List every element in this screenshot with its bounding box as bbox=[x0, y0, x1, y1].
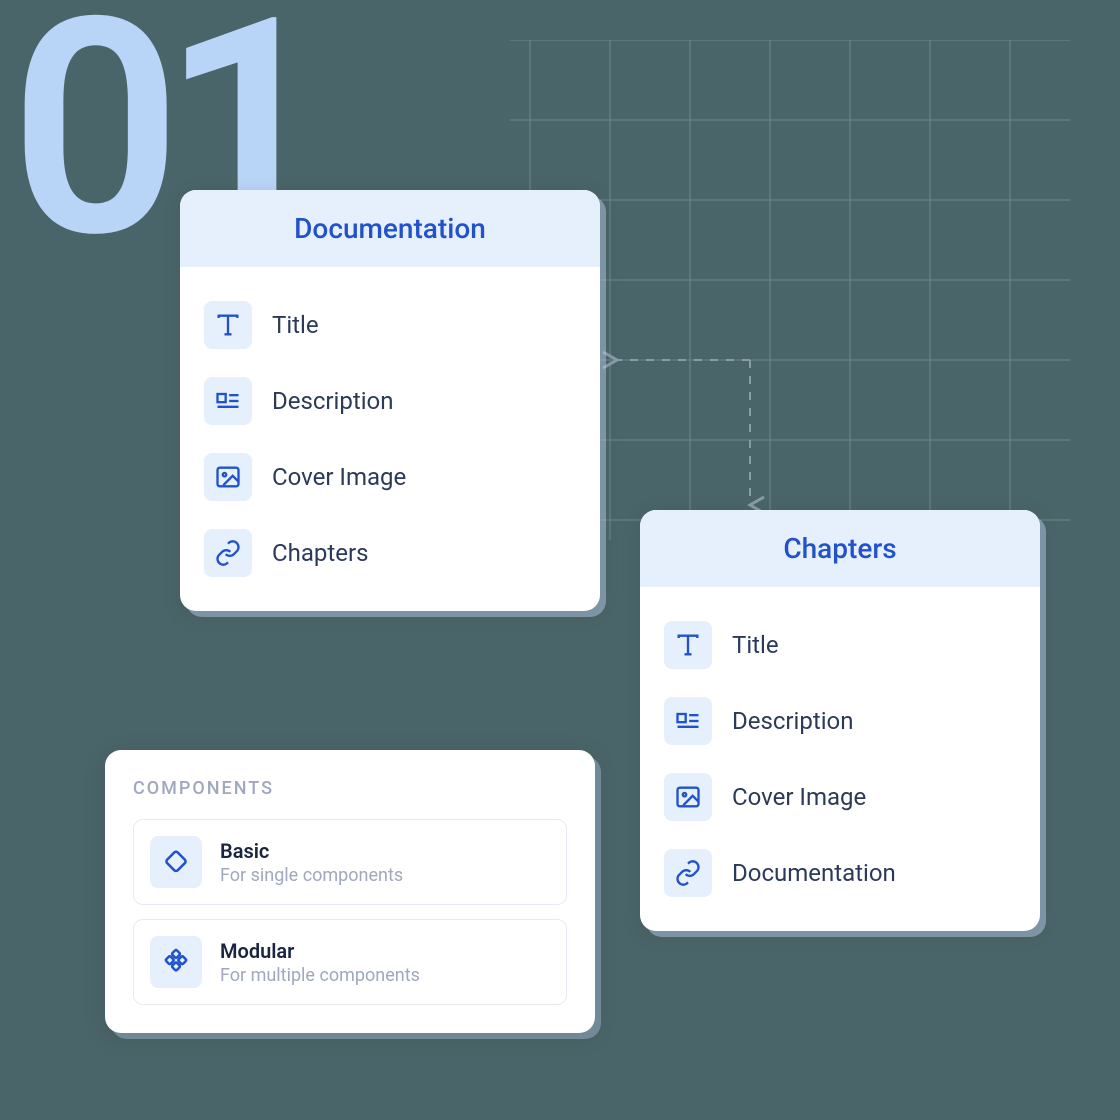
field-documentation[interactable]: Documentation bbox=[664, 835, 1016, 911]
type-icon bbox=[664, 621, 712, 669]
chapters-card-title: Chapters bbox=[640, 510, 1040, 587]
component-subtitle: For single components bbox=[220, 865, 403, 886]
link-icon bbox=[664, 849, 712, 897]
link-icon bbox=[204, 529, 252, 577]
field-label: Chapters bbox=[272, 539, 368, 567]
chapters-card: Chapters Title Description Cover Image D… bbox=[640, 510, 1040, 931]
field-label: Title bbox=[272, 311, 319, 339]
modular-icon bbox=[150, 936, 202, 988]
field-label: Documentation bbox=[732, 859, 896, 887]
component-title: Basic bbox=[220, 839, 403, 863]
documentation-card-title: Documentation bbox=[180, 190, 600, 267]
field-label: Description bbox=[732, 707, 854, 735]
field-label: Description bbox=[272, 387, 394, 415]
components-card: COMPONENTS Basic For single components M… bbox=[105, 750, 595, 1033]
field-cover-image[interactable]: Cover Image bbox=[204, 439, 576, 515]
field-description[interactable]: Description bbox=[204, 363, 576, 439]
field-chapters[interactable]: Chapters bbox=[204, 515, 576, 591]
components-heading: COMPONENTS bbox=[133, 778, 567, 799]
field-title[interactable]: Title bbox=[204, 287, 576, 363]
field-label: Title bbox=[732, 631, 779, 659]
component-modular[interactable]: Modular For multiple components bbox=[133, 919, 567, 1005]
field-title[interactable]: Title bbox=[664, 607, 1016, 683]
field-label: Cover Image bbox=[272, 463, 406, 491]
component-subtitle: For multiple components bbox=[220, 965, 420, 986]
component-title: Modular bbox=[220, 939, 420, 963]
component-basic[interactable]: Basic For single components bbox=[133, 819, 567, 905]
description-icon bbox=[664, 697, 712, 745]
description-icon bbox=[204, 377, 252, 425]
field-cover-image[interactable]: Cover Image bbox=[664, 759, 1016, 835]
connector-arrows bbox=[600, 340, 780, 520]
type-icon bbox=[204, 301, 252, 349]
diamond-icon bbox=[150, 836, 202, 888]
field-description[interactable]: Description bbox=[664, 683, 1016, 759]
image-icon bbox=[204, 453, 252, 501]
field-label: Cover Image bbox=[732, 783, 866, 811]
documentation-card: Documentation Title Description Cover Im… bbox=[180, 190, 600, 611]
image-icon bbox=[664, 773, 712, 821]
